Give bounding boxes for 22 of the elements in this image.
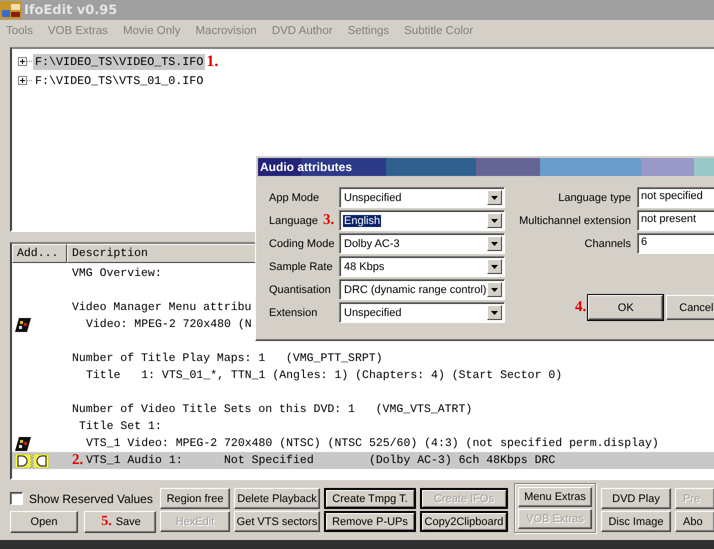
field-label: Language 3. xyxy=(269,212,336,229)
description-text: Number of Video Title Sets on this DVD: 1 (VMG_VTS_ATRT) xyxy=(72,403,472,416)
field-label: Coding Mode xyxy=(269,238,336,250)
description-text: VTS_1 Video: MPEG-2 720x480 (NTSC) (NTSC 525/60) (4:3) (not specified perm.display) xyxy=(86,437,659,450)
annotation-number: 2. xyxy=(72,452,84,469)
field-label: Channels xyxy=(584,238,631,250)
description-text: Number of Title Play Maps: 1 (VMG_PTT_SRPT) xyxy=(72,352,383,365)
field-label: App Mode xyxy=(269,192,320,204)
description-text: Title 1: VTS_01_*, TTN_1 (Angles: 1) (Chapters: 4) (Start Sector 0) xyxy=(86,369,562,382)
description-text: Title Set 1: xyxy=(79,420,162,433)
field-label: Quantisation xyxy=(269,284,332,296)
description-text: Video: MPEG-2 720x480 (N xyxy=(86,318,252,331)
checkbox-label: Show Reserved Values xyxy=(29,492,153,506)
field-label: Sample Rate xyxy=(269,260,334,272)
description-text: VTS_1 Audio 1: Not Specified (Dolby AC-3) 6ch 48Kbps DRC xyxy=(86,454,556,467)
annotation-number: 4. xyxy=(575,299,586,316)
field-label: Language type xyxy=(557,192,631,204)
dialog-title: Audio attributes xyxy=(260,160,352,174)
window-title: IfoEdit v0.95 xyxy=(24,2,118,18)
annotation-number: 1. xyxy=(206,52,218,70)
field-label: Multichannel extension xyxy=(518,214,631,226)
field-label: Extension xyxy=(269,306,318,318)
